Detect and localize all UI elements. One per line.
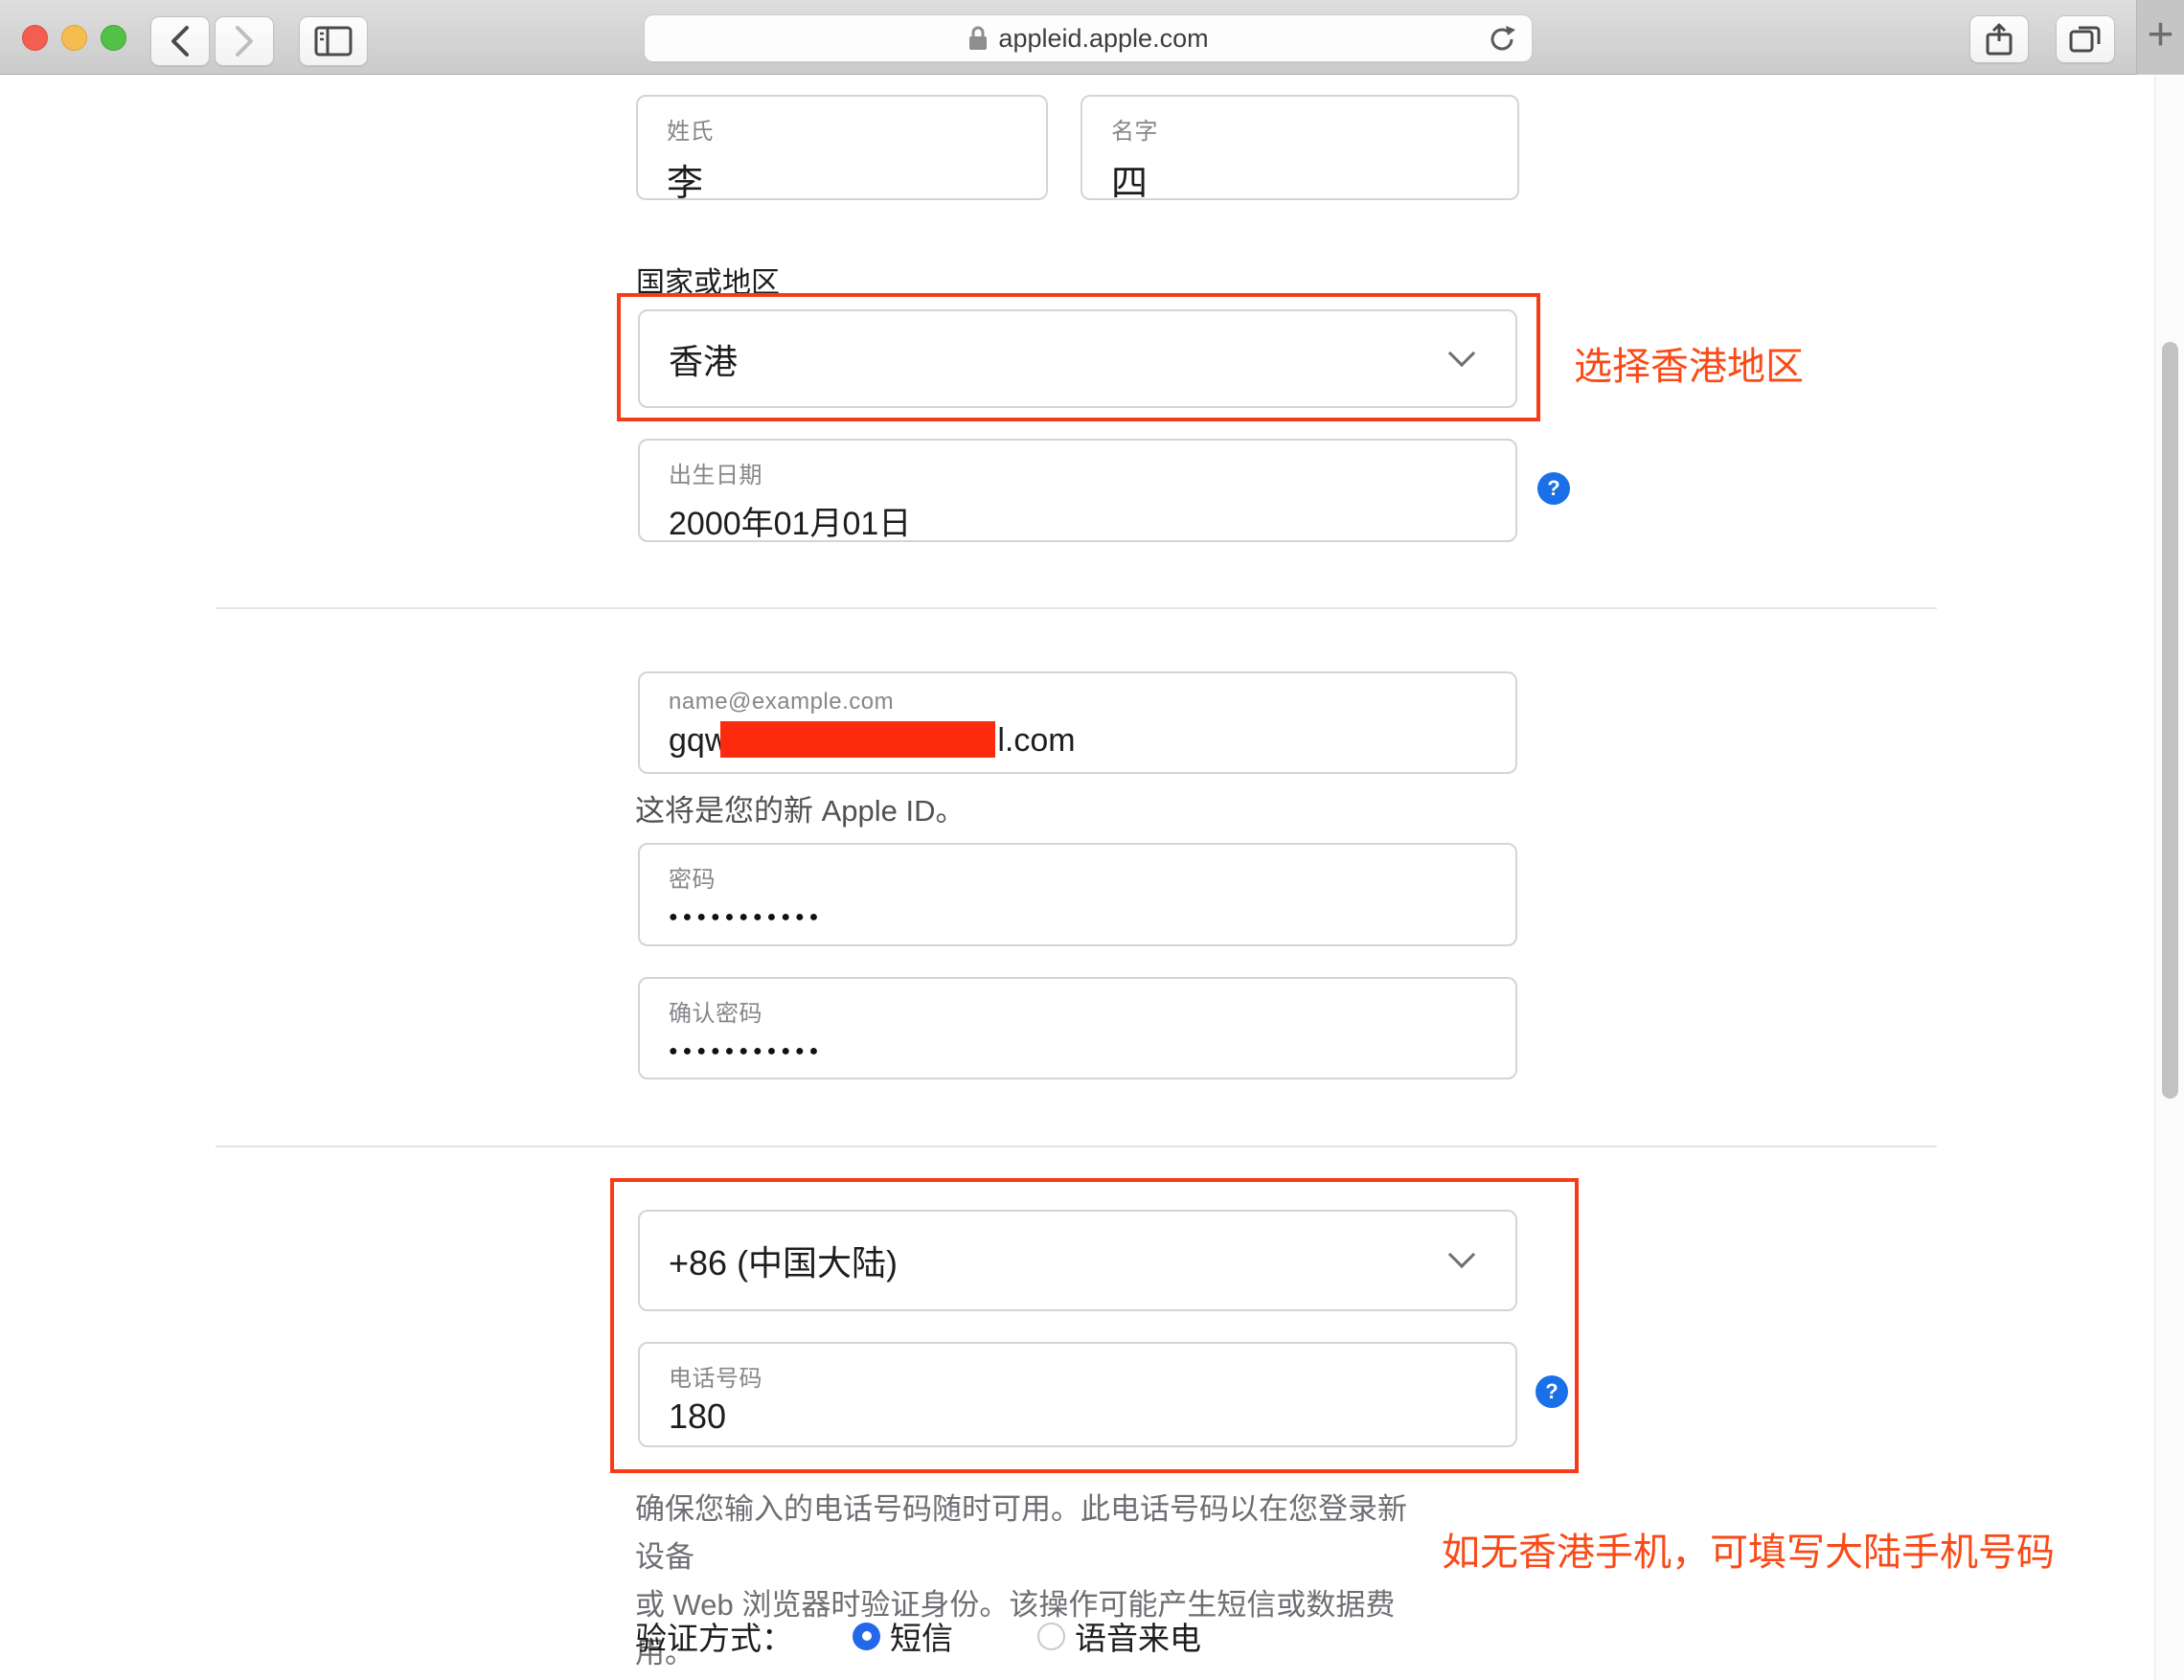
radio-sms-label[interactable]: 短信	[890, 1613, 953, 1659]
apple-id-note: 这将是您的新 Apple ID。	[635, 787, 966, 835]
country-select[interactable]: 香港	[638, 309, 1517, 408]
scrollbar-thumb[interactable]	[2162, 342, 2178, 1099]
first-name-label: 名字	[1111, 112, 1517, 146]
phone-tip-annotation: 如无香港手机，可填写大陆手机号码	[1442, 1521, 2055, 1577]
new-tab-plus-icon: +	[2147, 12, 2173, 58]
section-divider	[216, 1146, 1937, 1147]
phone-help-icon[interactable]: ?	[1536, 1375, 1568, 1408]
phone-number-label: 电话号码	[669, 1359, 1515, 1393]
email-field[interactable]: name@example.com gqwl.com	[638, 671, 1517, 774]
birthday-help-icon[interactable]: ?	[1537, 472, 1570, 505]
window-close-button[interactable]	[22, 25, 48, 51]
chevron-down-icon	[1448, 1241, 1475, 1268]
first-name-value: 四	[1111, 153, 1517, 206]
phone-number-field[interactable]: 电话号码 180	[638, 1342, 1517, 1447]
refresh-button[interactable]	[1488, 24, 1516, 55]
password-field[interactable]: 密码 ●●●●●●●●●●●	[638, 843, 1517, 946]
forward-icon	[234, 25, 255, 57]
forward-button[interactable]	[215, 16, 274, 66]
lock-icon	[967, 25, 989, 52]
last-name-field[interactable]: 姓氏 李	[636, 95, 1048, 200]
scrollbar-track[interactable]	[2154, 76, 2184, 1680]
birthday-value: 2000年01月01日	[669, 497, 1515, 544]
last-name-label: 姓氏	[667, 112, 1046, 146]
region-tip-annotation: 选择香港地区	[1574, 335, 1804, 391]
dial-code-select[interactable]: +86 (中国大陆)	[638, 1210, 1517, 1311]
email-redaction-bar	[720, 721, 995, 758]
share-icon	[1985, 22, 2013, 57]
address-bar[interactable]: appleid.apple.com	[644, 14, 1533, 62]
password-label: 密码	[669, 860, 1515, 894]
back-button[interactable]	[150, 16, 210, 66]
sidebar-icon	[314, 26, 353, 57]
dial-code-value: +86 (中国大陆)	[669, 1236, 898, 1285]
country-value: 香港	[669, 334, 738, 384]
verification-method-row: 验证方式： 短信 语音来电	[635, 1613, 1201, 1659]
email-value: gqwl.com	[669, 721, 1515, 760]
last-name-value: 李	[667, 153, 1046, 206]
radio-selected-dot	[862, 1631, 872, 1641]
password-masked-value: ●●●●●●●●●●●	[669, 909, 1515, 926]
radio-sms[interactable]	[853, 1623, 880, 1650]
verification-method-label: 验证方式：	[635, 1613, 793, 1659]
sidebar-toggle-button[interactable]	[299, 16, 368, 66]
chevron-down-icon	[1448, 339, 1475, 366]
tab-overview-button[interactable]	[2056, 15, 2115, 63]
confirm-password-field[interactable]: 确认密码 ●●●●●●●●●●●	[638, 977, 1517, 1079]
window-minimize-button[interactable]	[61, 25, 87, 51]
birthday-label: 出生日期	[669, 456, 1515, 489]
radio-voice-call[interactable]	[1037, 1623, 1065, 1650]
back-icon	[170, 25, 191, 57]
safari-window: appleid.apple.com	[0, 0, 2184, 1680]
confirm-password-masked-value: ●●●●●●●●●●●	[669, 1043, 1515, 1060]
radio-voice-call-label[interactable]: 语音来电	[1075, 1613, 1201, 1659]
tabs-icon	[2069, 24, 2102, 55]
browser-toolbar: appleid.apple.com	[0, 0, 2184, 75]
confirm-password-label: 确认密码	[669, 994, 1515, 1028]
share-button[interactable]	[1969, 15, 2029, 63]
phone-number-value: 180	[669, 1396, 1515, 1437]
email-placeholder: name@example.com	[669, 689, 1515, 715]
first-name-field[interactable]: 名字 四	[1081, 95, 1519, 200]
url-text: appleid.apple.com	[998, 24, 1208, 54]
window-zoom-button[interactable]	[101, 25, 126, 51]
birthday-field[interactable]: 出生日期 2000年01月01日	[638, 439, 1517, 542]
section-divider	[216, 607, 1937, 609]
new-tab-button[interactable]: +	[2136, 0, 2184, 75]
